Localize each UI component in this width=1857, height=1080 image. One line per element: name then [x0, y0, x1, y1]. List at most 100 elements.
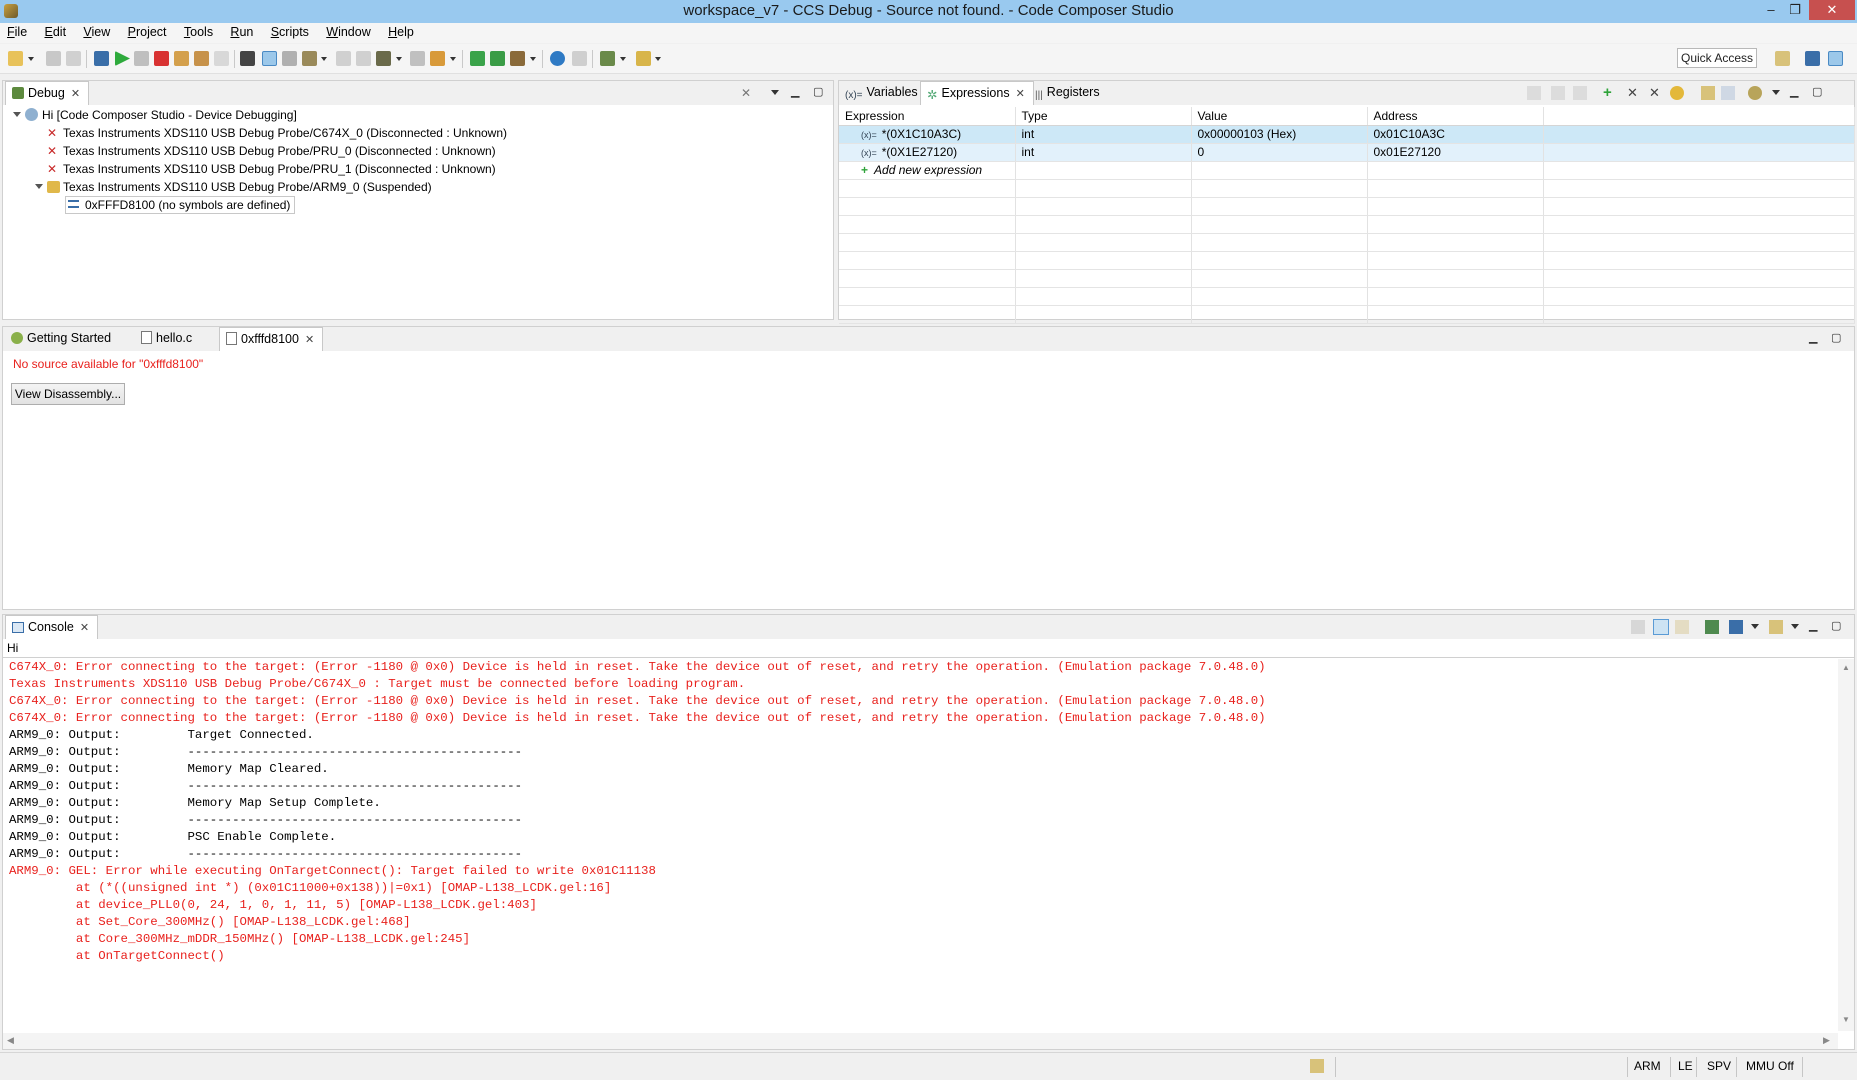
expand-icon[interactable]	[35, 184, 43, 189]
profile-dropdown-icon[interactable]	[450, 57, 456, 61]
close-icon[interactable]: ✕	[71, 87, 80, 100]
build-icon[interactable]	[510, 51, 525, 66]
open-type-icon[interactable]	[572, 51, 587, 66]
search-icon[interactable]	[550, 51, 565, 66]
minimize-icon[interactable]: ▁	[1809, 331, 1817, 344]
menu-edit[interactable]: Edit	[38, 23, 74, 41]
collapse-all-icon[interactable]	[1527, 86, 1541, 100]
menu-file[interactable]: File	[0, 23, 34, 41]
show-type-icon[interactable]	[1551, 86, 1565, 100]
import-icon[interactable]	[1701, 86, 1715, 100]
display-console-icon[interactable]	[1729, 620, 1743, 634]
refresh-icon[interactable]	[1670, 86, 1684, 100]
debug-icon[interactable]	[490, 51, 505, 66]
restart-icon[interactable]	[376, 51, 391, 66]
run-icon[interactable]	[470, 51, 485, 66]
ccs-debug-perspective-icon[interactable]	[1828, 51, 1843, 66]
scroll-lock-icon[interactable]	[1653, 619, 1669, 635]
expression-cell[interactable]: (x)= *(0X1E27120)	[839, 143, 1016, 162]
column-header[interactable]: Value	[1191, 107, 1368, 126]
menu-window[interactable]: Window	[319, 23, 377, 41]
grid-icon[interactable]	[240, 51, 255, 66]
add-expression-cell[interactable]: + Add new expression	[839, 161, 1016, 180]
connect-icon[interactable]	[282, 51, 297, 66]
scroll-left-icon[interactable]: ◀	[7, 1035, 14, 1046]
tab-debug[interactable]: Debug ✕	[5, 81, 89, 105]
menu-scripts[interactable]: Scripts	[264, 23, 316, 41]
save-icon[interactable]	[46, 51, 61, 66]
open-console-icon[interactable]	[1769, 620, 1783, 634]
menu-run[interactable]: Run	[223, 23, 260, 41]
open-perspective-icon[interactable]	[1775, 51, 1790, 66]
minimize-icon[interactable]: ▁	[1809, 619, 1817, 632]
type-cell[interactable]: int	[1015, 125, 1192, 144]
minimize-icon[interactable]: ▁	[1790, 85, 1798, 98]
column-header[interactable]: Address	[1367, 107, 1544, 126]
tab-0xfffd8100[interactable]: 0xfffd8100 ✕	[219, 327, 324, 351]
restore-button[interactable]: ❐	[1778, 0, 1812, 20]
remove-terminated-icon[interactable]: ✕	[741, 86, 755, 100]
menu-project[interactable]: Project	[121, 23, 174, 41]
scroll-right-icon[interactable]: ▶	[1823, 1035, 1830, 1046]
menu-tools[interactable]: Tools	[177, 23, 220, 41]
load-icon[interactable]	[302, 51, 317, 66]
address-cell[interactable]: 0x01C10A3C	[1367, 125, 1544, 144]
value-cell[interactable]: 0	[1191, 143, 1368, 162]
close-icon[interactable]: ✕	[305, 333, 314, 346]
tree-item-pru1[interactable]: ✕ Texas Instruments XDS110 USB Debug Prob…	[47, 161, 496, 177]
pin-dropdown-icon[interactable]	[655, 57, 661, 61]
remove-expression-icon[interactable]: ✕	[1627, 85, 1638, 101]
breakpoint-icon[interactable]	[336, 51, 351, 66]
menu-view[interactable]: View	[76, 23, 117, 41]
type-cell[interactable]: int	[1015, 143, 1192, 162]
tab-console[interactable]: Console ✕	[5, 615, 99, 639]
status-task-icon[interactable]	[1310, 1059, 1324, 1073]
ccs-edit-perspective-icon[interactable]	[1805, 51, 1820, 66]
stack-frame[interactable]: 0xFFFD8100 (no symbols are defined)	[65, 196, 296, 214]
view-menu-icon[interactable]	[771, 90, 779, 95]
step-return-icon[interactable]	[214, 51, 229, 66]
tree-root[interactable]: Hi [Code Composer Studio - Device Debugg…	[13, 107, 297, 123]
column-header[interactable]: Expression	[839, 107, 1016, 126]
clear-console-icon[interactable]	[1631, 620, 1645, 634]
maximize-icon[interactable]: ▢	[1831, 331, 1841, 344]
collapse-icon[interactable]	[1573, 86, 1587, 100]
step-into-icon[interactable]	[174, 51, 189, 66]
resume-icon[interactable]	[115, 51, 130, 66]
suspend-icon[interactable]	[134, 51, 149, 66]
table-row[interactable]: (x)= *(0X1E27120) int 0 0x01E27120	[839, 143, 1855, 162]
close-icon[interactable]: ✕	[80, 621, 89, 634]
tab-hello-c[interactable]: hello.c	[135, 327, 200, 351]
load-dropdown-icon[interactable]	[321, 57, 327, 61]
watchpoint-icon[interactable]	[356, 51, 371, 66]
display-console-dropdown-icon[interactable]	[1751, 624, 1759, 629]
view-menu-icon[interactable]	[1772, 90, 1780, 95]
tool-icon[interactable]	[600, 51, 615, 66]
horizontal-scrollbar[interactable]: ◀ ▶	[3, 1033, 1838, 1049]
remove-all-icon[interactable]: ✕	[1649, 85, 1660, 101]
vertical-scrollbar[interactable]: ▲ ▼	[1838, 659, 1854, 1031]
quick-access-field[interactable]: Quick Access	[1677, 48, 1757, 68]
tool-dropdown-icon[interactable]	[620, 57, 626, 61]
add-expression-row[interactable]: + Add new expression	[839, 161, 1855, 180]
tab-registers[interactable]: ||| Registers	[1029, 81, 1108, 105]
close-icon[interactable]: ✕	[1016, 87, 1025, 100]
reset-icon[interactable]	[410, 51, 425, 66]
expression-cell[interactable]: (x)= *(0X1C10A3C)	[839, 125, 1016, 144]
save-all-icon[interactable]	[66, 51, 81, 66]
scroll-down-icon[interactable]: ▼	[1842, 1015, 1850, 1024]
pin-console-icon[interactable]	[1705, 620, 1719, 634]
terminate-icon[interactable]	[154, 51, 169, 66]
continuous-refresh-icon[interactable]	[1748, 86, 1762, 100]
address-cell[interactable]: 0x01E27120	[1367, 143, 1544, 162]
export-icon[interactable]	[1721, 86, 1735, 100]
restart-dropdown-icon[interactable]	[396, 57, 402, 61]
tree-item-pru0[interactable]: ✕ Texas Instruments XDS110 USB Debug Prob…	[47, 143, 496, 159]
table-row[interactable]: (x)= *(0X1C10A3C) int 0x00000103 (Hex) 0x…	[839, 125, 1855, 144]
pin-icon[interactable]	[636, 51, 651, 66]
menu-help[interactable]: Help	[381, 23, 421, 41]
open-console-dropdown-icon[interactable]	[1791, 624, 1799, 629]
tree-item-c674x[interactable]: ✕ Texas Instruments XDS110 USB Debug Prob…	[47, 125, 507, 141]
view-disassembly-button[interactable]: View Disassembly...	[11, 383, 125, 405]
maximize-icon[interactable]: ▢	[1831, 619, 1841, 632]
